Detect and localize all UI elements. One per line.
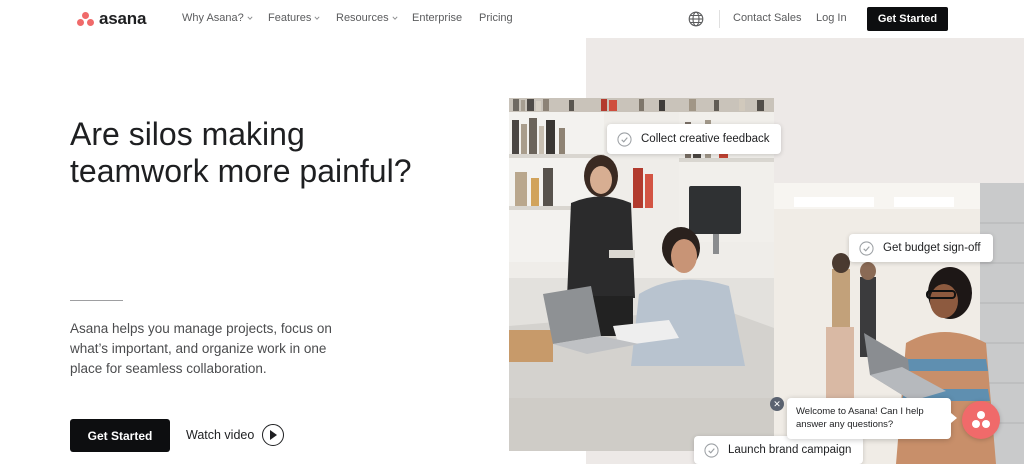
nav-item-label: Resources	[336, 12, 389, 24]
chevron-down-icon	[392, 16, 398, 20]
check-circle-icon	[617, 131, 632, 147]
chevron-down-icon	[247, 16, 253, 20]
nav-item-label: Why Asana?	[182, 12, 244, 24]
nav-item-label: Features	[268, 12, 312, 24]
task-chip-label: Get budget sign-off	[883, 242, 981, 254]
nav-enterprise[interactable]: Enterprise	[412, 12, 462, 24]
task-chip-feedback: Collect creative feedback	[607, 124, 782, 154]
check-circle-icon	[704, 442, 719, 458]
watch-video-button[interactable]: Watch video	[186, 424, 285, 446]
get-started-button[interactable]: Get Started	[70, 419, 170, 452]
globe-icon[interactable]	[688, 11, 704, 27]
asana-logo-icon	[77, 11, 94, 27]
task-chip-launch: Launch brand campaign	[694, 436, 864, 464]
close-icon[interactable]: ✕	[770, 397, 784, 411]
hero-description: Asana helps you manage projects, focus o…	[70, 321, 332, 376]
nav-get-started-button[interactable]: Get Started	[867, 7, 948, 31]
divider	[70, 300, 123, 301]
nav-item-label: Enterprise	[412, 12, 463, 24]
nav-why-asana[interactable]: Why Asana?	[182, 12, 253, 24]
nav-pricing[interactable]: Pricing	[479, 12, 513, 24]
nav-item-label: Pricing	[479, 12, 513, 24]
check-circle-icon	[859, 240, 874, 256]
task-chip-label: Collect creative feedback	[641, 133, 770, 145]
task-chip-budget: Get budget sign-off	[849, 234, 993, 262]
chat-welcome-message[interactable]: Welcome to Asana! Can I help answer any …	[787, 398, 957, 439]
contact-sales-link[interactable]: Contact Sales	[733, 12, 801, 24]
nav-divider	[719, 10, 720, 28]
login-link[interactable]: Log In	[816, 12, 847, 24]
chevron-down-icon	[314, 16, 320, 20]
nav-features[interactable]: Features	[268, 12, 320, 24]
watch-video-label: Watch video	[186, 428, 255, 442]
chat-launcher-button[interactable]	[962, 401, 1000, 439]
hero-headline: Are silos making teamwork more painful?	[70, 116, 412, 189]
task-chip-label: Launch brand campaign	[728, 444, 852, 456]
play-icon	[262, 424, 285, 446]
logo-text: asana	[99, 9, 147, 28]
asana-logo[interactable]: asana	[77, 9, 146, 29]
top-navigation: asana Why Asana? Features Resources Ente…	[0, 0, 1024, 38]
nav-resources[interactable]: Resources	[336, 12, 398, 24]
